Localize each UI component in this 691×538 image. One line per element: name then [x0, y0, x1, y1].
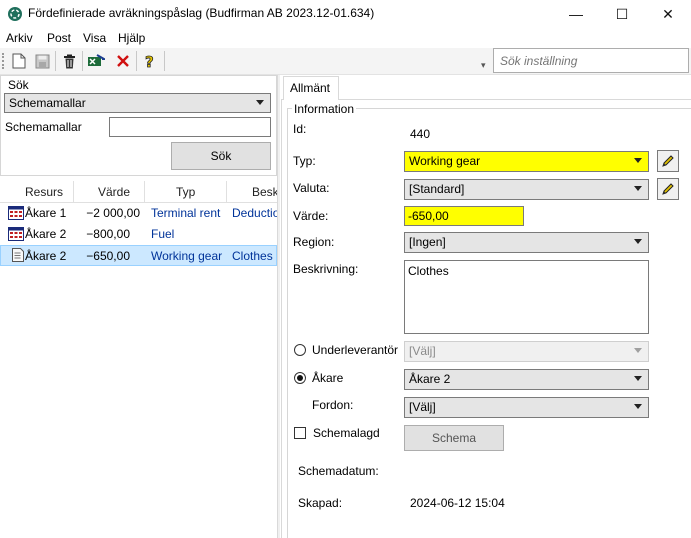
valuta-dropdown[interactable]: [Standard]: [404, 179, 649, 200]
edit-valuta-button[interactable]: [657, 178, 679, 200]
search-group-label: Sök: [8, 78, 29, 92]
typ-label: Typ:: [293, 154, 316, 168]
window-title: Fördefinierade avräkningspåslag (Budfirm…: [28, 6, 375, 20]
search-options-icon[interactable]: ▾: [481, 60, 486, 71]
chevron-down-icon: [634, 239, 642, 244]
column-divider[interactable]: [144, 181, 145, 203]
varde-label: Värde:: [293, 209, 329, 223]
typ-dropdown[interactable]: Working gear: [404, 151, 649, 172]
toolbar-separator: [82, 51, 83, 71]
menu-arkiv[interactable]: Arkiv: [6, 31, 33, 45]
table-row-selected[interactable]: Åkare 2 −650,00 Working gear Clothes: [0, 245, 277, 266]
search-setting-input[interactable]: [493, 48, 689, 73]
maximize-button[interactable]: ☐: [599, 0, 645, 28]
pencil-icon: [662, 155, 674, 167]
search-type-dropdown[interactable]: Schemamallar: [4, 93, 271, 113]
schema-button[interactable]: Schema: [404, 425, 504, 451]
fordon-dropdown[interactable]: [Välj]: [404, 397, 649, 418]
app-icon: [7, 6, 23, 22]
cell-varde: −650,00: [86, 249, 130, 263]
region-value: [Ingen]: [409, 235, 446, 249]
chevron-down-icon: [634, 376, 642, 381]
cell-beskrivning: Clothes: [232, 249, 273, 263]
document-icon: [12, 248, 24, 262]
search-type-value: Schemamallar: [9, 96, 86, 110]
valuta-label: Valuta:: [293, 181, 330, 195]
schemalagd-checkbox[interactable]: [294, 427, 306, 439]
schemalagd-label[interactable]: Schemalagd: [313, 426, 380, 440]
id-value: 440: [410, 127, 431, 141]
menu-post[interactable]: Post: [47, 31, 71, 45]
search-button[interactable]: Sök: [171, 142, 271, 170]
schemamallar-input[interactable]: [109, 117, 271, 137]
table-row[interactable]: Åkare 2 −800,00 Fuel: [0, 224, 277, 245]
svg-text:?: ?: [145, 53, 154, 69]
menu-hjalp[interactable]: Hjälp: [118, 31, 145, 45]
cell-beskrivning: Deductio: [232, 206, 277, 220]
delete-icon[interactable]: [59, 51, 79, 71]
region-dropdown[interactable]: [Ingen]: [404, 232, 649, 253]
cancel-icon[interactable]: [113, 51, 133, 71]
akare-dropdown[interactable]: Åkare 2: [404, 369, 649, 390]
pencil-icon: [662, 183, 674, 195]
cell-resurs: Åkare 2: [25, 227, 67, 241]
underleverantor-dropdown[interactable]: [Välj]: [404, 341, 649, 362]
akare-value: Åkare 2: [409, 372, 451, 386]
information-group-label: Information: [292, 102, 357, 116]
chevron-down-icon: [634, 404, 642, 409]
akare-label[interactable]: Åkare: [312, 371, 343, 385]
cell-typ: Terminal rent: [151, 206, 221, 220]
cell-resurs: Åkare 2: [25, 249, 67, 263]
id-label: Id:: [293, 122, 307, 136]
edit-typ-button[interactable]: [657, 150, 679, 172]
column-header-typ[interactable]: Typ: [176, 185, 195, 199]
fordon-value: [Välj]: [409, 400, 436, 414]
column-divider[interactable]: [73, 181, 74, 203]
skapad-label: Skapad:: [298, 496, 343, 510]
tab-allmant[interactable]: Allmänt: [283, 76, 339, 100]
chevron-down-icon: [634, 158, 642, 163]
underleverantor-value: [Välj]: [409, 344, 436, 358]
valuta-value: [Standard]: [409, 182, 465, 196]
help-icon[interactable]: ?: [140, 51, 160, 71]
schemadatum-label: Schemadatum:: [298, 464, 379, 478]
chevron-down-icon: [634, 186, 642, 191]
cell-varde: −2 000,00: [86, 206, 140, 220]
column-header-varde[interactable]: Värde: [98, 185, 130, 199]
typ-value: Working gear: [409, 154, 481, 168]
beskrivning-label: Beskrivning:: [293, 262, 359, 276]
chevron-down-icon: [634, 348, 642, 353]
varde-input[interactable]: -650,00: [404, 206, 524, 226]
column-header-beskrivning[interactable]: Besk: [252, 185, 279, 199]
table-row[interactable]: Åkare 1 −2 000,00 Terminal rent Deductio: [0, 203, 277, 224]
save-icon[interactable]: [32, 51, 52, 71]
chevron-down-icon: [256, 100, 264, 105]
cell-typ: Fuel: [151, 227, 175, 241]
akare-radio[interactable]: [294, 372, 306, 384]
cell-typ: Working gear: [151, 249, 223, 263]
column-divider[interactable]: [226, 181, 227, 203]
fordon-label: Fordon:: [312, 398, 354, 412]
toolbar-separator: [164, 51, 165, 71]
underleverantor-label[interactable]: Underleverantör: [312, 343, 398, 357]
menu-visa[interactable]: Visa: [83, 31, 106, 45]
toolbar-separator: [55, 51, 56, 71]
column-header-resurs[interactable]: Resurs: [25, 185, 63, 199]
close-button[interactable]: ✕: [645, 0, 691, 28]
calendar-icon: [8, 206, 24, 220]
underleverantor-radio[interactable]: [294, 344, 306, 356]
cell-varde: −800,00: [86, 227, 130, 241]
calendar-icon: [8, 227, 24, 241]
skapad-value: 2024-06-12 15:04: [410, 496, 505, 510]
new-document-icon[interactable]: [9, 51, 29, 71]
excel-export-icon[interactable]: [86, 51, 106, 71]
schemamallar-label: Schemamallar: [5, 120, 82, 134]
region-label: Region:: [293, 235, 335, 249]
toolbar-grip[interactable]: [2, 53, 4, 69]
minimize-button[interactable]: —: [553, 0, 599, 28]
cell-resurs: Åkare 1: [25, 206, 67, 220]
toolbar-separator: [136, 51, 137, 71]
beskrivning-textarea[interactable]: Clothes: [404, 260, 649, 334]
splitter[interactable]: [277, 75, 280, 538]
